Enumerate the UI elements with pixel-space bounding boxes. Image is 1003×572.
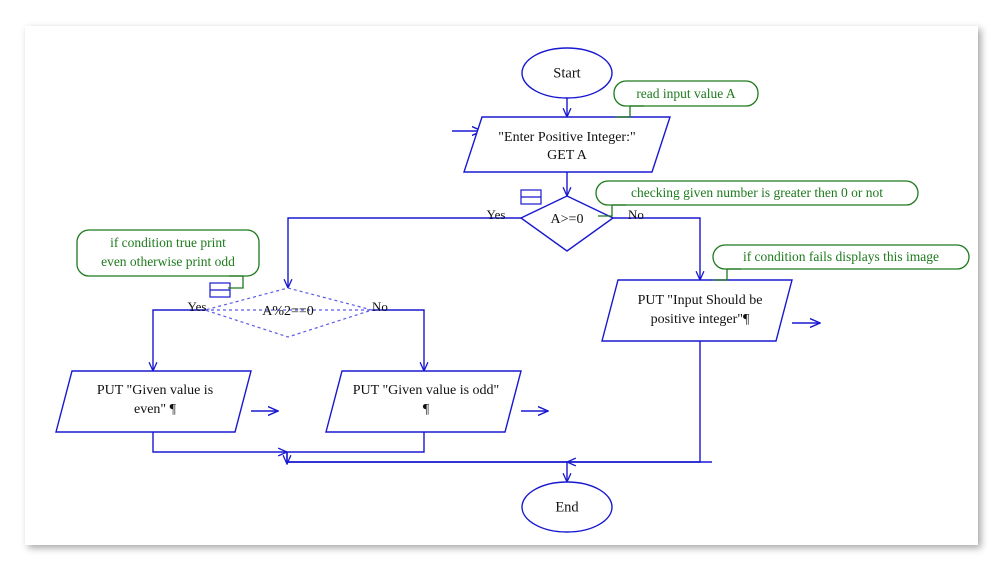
connector-even-no bbox=[372, 309, 424, 371]
comment-fail-tail bbox=[713, 269, 728, 281]
node-decision-positive-label: A>=0 bbox=[551, 212, 584, 227]
branch-label-even-yes: Yes bbox=[188, 299, 207, 314]
comment-even-odd-text-line1: if condition true print bbox=[110, 235, 226, 250]
comment-fail-text: if condition fails displays this image bbox=[743, 249, 939, 264]
flowchart-canvas: Start "Enter Positive Integer:" GET A A>… bbox=[0, 0, 1003, 572]
node-input-line1: "Enter Positive Integer:" bbox=[498, 130, 635, 145]
node-output-error[interactable] bbox=[601, 279, 793, 342]
branch-label-positive-yes: Yes bbox=[487, 207, 506, 222]
comment-fail[interactable]: if condition fails displays this image bbox=[712, 244, 970, 281]
flowchart-svg: Start "Enter Positive Integer:" GET A A>… bbox=[55, 47, 970, 533]
comment-even-odd[interactable]: if condition true print even otherwise p… bbox=[76, 229, 260, 289]
comment-read-input-tail bbox=[615, 106, 631, 118]
node-start-label: Start bbox=[553, 65, 580, 81]
connector-positive-yes bbox=[288, 217, 521, 288]
connector-even-yes bbox=[153, 309, 205, 371]
connector-merge-to-end-bar bbox=[286, 452, 567, 463]
node-output-even-line1: PUT "Given value is bbox=[97, 383, 213, 398]
connector-positive-no bbox=[613, 217, 700, 280]
comment-even-odd-text-line2: even otherwise print odd bbox=[101, 254, 235, 269]
node-decision-even-label: A%2==0 bbox=[262, 304, 314, 319]
branch-label-positive-no: No bbox=[628, 207, 644, 222]
branch-label-even-no: No bbox=[372, 299, 388, 314]
comment-check-positive-text: checking given number is greater then 0 … bbox=[631, 185, 883, 200]
node-output-error-line1: PUT "Input Should be bbox=[638, 293, 763, 308]
node-end-label: End bbox=[555, 499, 579, 515]
comment-read-input[interactable]: read input value A bbox=[613, 80, 759, 118]
node-input-line2: GET A bbox=[547, 148, 588, 163]
connector-even-output-to-merge bbox=[152, 432, 287, 452]
node-output-error-line2: positive integer"¶ bbox=[651, 312, 750, 327]
connector-error-output-to-end-bar bbox=[567, 341, 701, 462]
node-output-even-line2: even" ¶ bbox=[134, 402, 177, 417]
comment-check-positive[interactable]: checking given number is greater then 0 … bbox=[595, 180, 919, 217]
node-output-odd-line2: ¶ bbox=[423, 402, 430, 417]
node-output-odd-line1: PUT "Given value is odd" bbox=[353, 383, 500, 398]
connector-odd-output-to-merge bbox=[287, 432, 425, 453]
comment-read-input-text: read input value A bbox=[636, 86, 736, 101]
